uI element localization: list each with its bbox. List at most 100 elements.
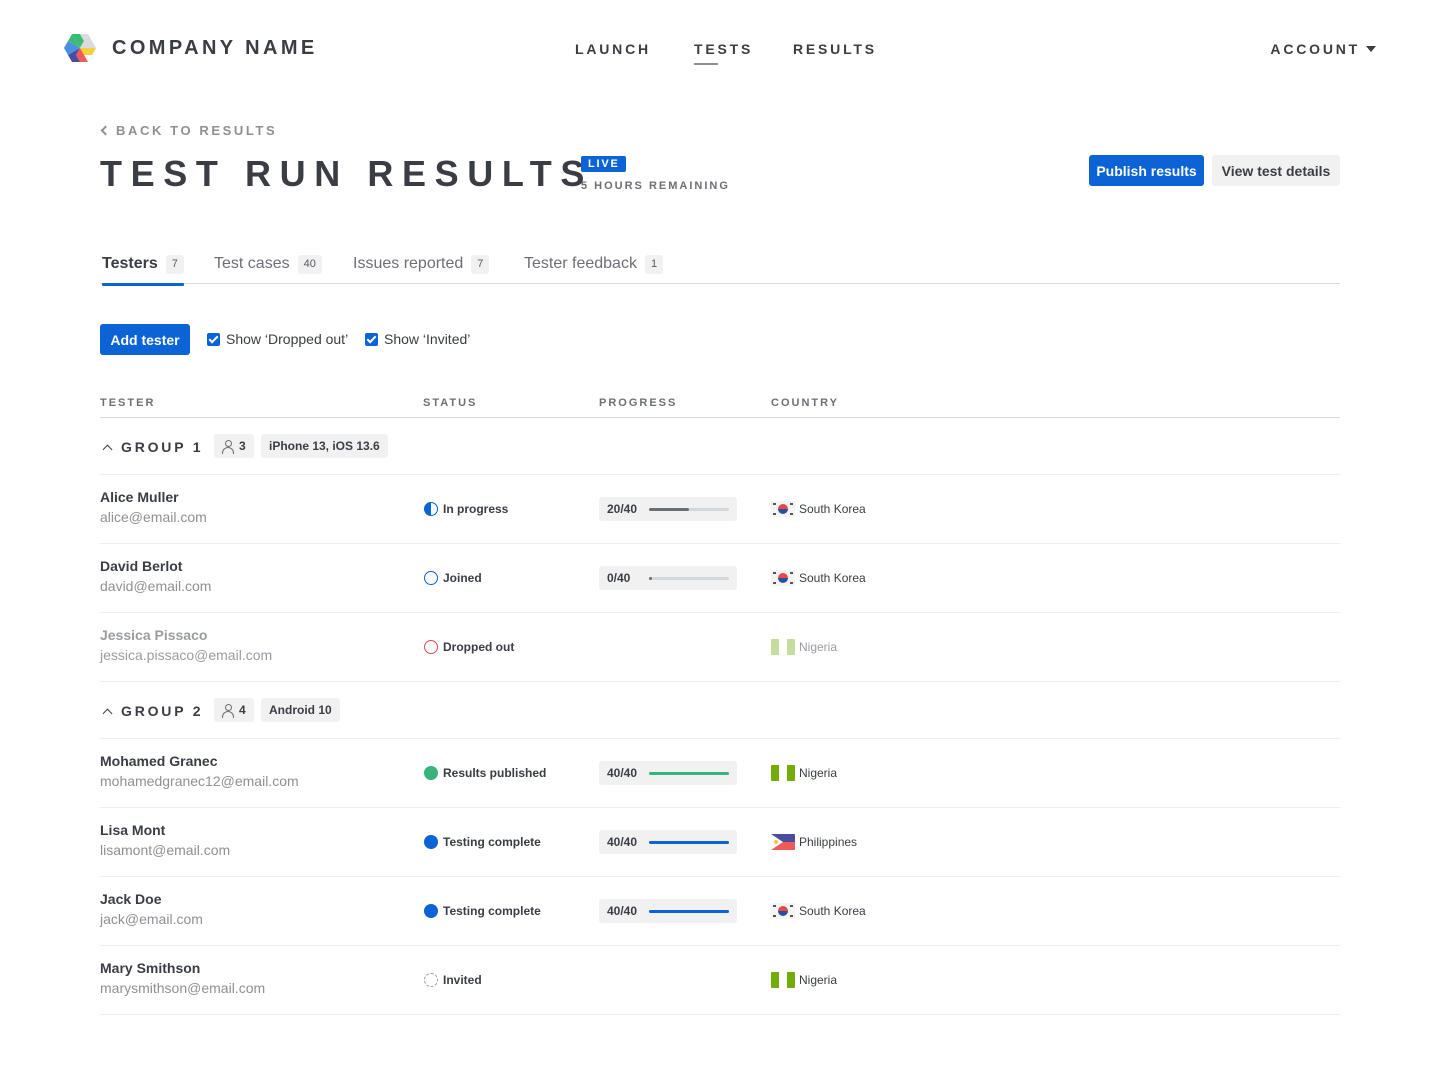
table-row[interactable]: Jessica Pissaco jessica.pissaco@email.com… [100,613,1340,682]
table-row[interactable]: Jack Doe jack@email.com Testing complete 40… [100,877,1340,946]
table-row[interactable]: Alice Muller alice@email.com In progress 20… [100,475,1340,544]
status-badge: Joined [424,571,482,585]
group-toggle[interactable]: GROUP 2 [102,703,203,719]
flag-kr-icon [771,570,795,586]
chevron-left-icon [100,125,111,136]
tab-issues-reported[interactable]: Issues reported 7 [353,253,490,275]
progress-text: 40/40 [607,835,638,849]
tab-label: Testers [102,255,158,272]
column-header-country[interactable]: COUNTRY [771,397,839,409]
table-row[interactable]: Mary Smithson marysmithson@email.com Invit… [100,946,1340,1015]
column-header-tester[interactable]: TESTER [100,397,155,409]
person-icon [222,703,234,718]
status-published-icon [424,766,438,780]
chevron-up-icon [102,444,113,454]
tester-name[interactable]: David Berlot [100,558,182,574]
group-header: GROUP 1 3 iPhone 13, iOS 13.6 [100,418,1340,475]
account-label: ACCOUNT [1270,41,1360,57]
checkbox-checked-icon[interactable] [207,332,220,346]
country-name: Nigeria [799,973,838,987]
flag-ng-icon [771,765,795,781]
flag-ng-icon [771,639,795,655]
show-dropped-out-checkbox[interactable]: Show ‘Dropped out’ [207,331,348,347]
tab-testers[interactable]: Testers 7 [102,253,184,286]
tester-name[interactable]: Mohamed Granec [100,753,217,769]
table-row[interactable]: David Berlot david@email.com Joined 0/40 Sou… [100,544,1340,613]
country-name: South Korea [799,571,866,585]
column-header-progress[interactable]: PROGRESS [599,397,677,409]
checkbox-checked-icon[interactable] [365,332,378,346]
table-row[interactable]: Mohamed Granec mohamedgranec12@email.com R… [100,739,1340,808]
country-name: Philippines [799,835,858,849]
nav-tests[interactable]: TESTS [694,41,753,65]
tab-label: Tester feedback [524,255,637,272]
tester-name[interactable]: Alice Muller [100,489,179,505]
progress-bar [649,909,729,913]
tester-email: david@email.com [100,578,212,594]
flag-ph-icon [771,834,795,850]
top-navigation: COMPANY NAME LAUNCH TESTS RESULTS ACCOUN… [0,0,1440,96]
table-row[interactable]: Lisa Mont lisamont@email.com Testing compl… [100,808,1340,877]
group-label: GROUP 1 [121,439,204,455]
progress-bar-fill [649,507,689,511]
status-inprogress-icon [424,502,438,516]
progress-indicator: 20/40 [599,497,737,521]
progress-bar [649,507,729,511]
progress-indicator: 0/40 [599,566,737,590]
country: South Korea [771,501,866,517]
status-badge: Invited [424,973,482,987]
status-label: Invited [443,973,482,987]
column-header-status[interactable]: STATUS [423,397,477,409]
group-member-count: 4 [214,698,254,722]
tester-name[interactable]: Jack Doe [100,891,161,907]
tab-count: 40 [297,254,322,274]
country-name: South Korea [799,502,866,516]
tester-name[interactable]: Jessica Pissaco [100,627,207,643]
progress-bar-fill [649,771,729,775]
nav-results[interactable]: RESULTS [793,41,877,57]
progress-bar [649,840,729,844]
country: Nigeria [771,765,837,781]
status-badge: Testing complete [424,835,541,849]
chevron-up-icon [102,708,113,718]
checkbox-label: Show ‘Dropped out’ [226,331,349,347]
flag-ng-icon [771,972,795,988]
status-label: Testing complete [443,904,541,918]
status-label: Joined [443,571,482,585]
publish-results-button[interactable]: Publish results [1089,155,1204,186]
tester-name[interactable]: Mary Smithson [100,960,200,976]
status-dropped-icon [424,640,438,654]
progress-indicator: 40/40 [599,899,737,923]
progress-text: 20/40 [607,502,638,516]
tab-test-cases[interactable]: Test cases 40 [214,253,322,275]
view-test-details-button[interactable]: View test details [1212,155,1340,186]
member-count: 4 [239,703,246,717]
tab-count: 7 [471,254,490,274]
group-header: GROUP 2 4 Android 10 [100,682,1340,739]
tab-tester-feedback[interactable]: Tester feedback 1 [524,253,664,275]
country-name: Nigeria [799,640,838,654]
checkbox-label: Show ‘Invited’ [384,331,471,347]
show-invited-checkbox[interactable]: Show ‘Invited’ [365,331,470,347]
back-label: BACK TO RESULTS [116,123,278,138]
live-badge: LIVE [581,156,626,172]
company-logo-icon[interactable] [63,32,97,64]
tester-email: jack@email.com [100,911,203,927]
group-toggle[interactable]: GROUP 1 [102,439,203,455]
add-tester-button[interactable]: Add tester [100,324,190,355]
status-label: In progress [443,502,509,516]
nav-launch[interactable]: LAUNCH [575,41,651,57]
tester-email: alice@email.com [100,509,207,525]
country: South Korea [771,903,866,919]
progress-bar-fill [649,840,729,844]
back-to-results-link[interactable]: BACK TO RESULTS [100,123,277,138]
progress-text: 40/40 [607,766,638,780]
tester-email: mohamedgranec12@email.com [100,773,299,789]
account-menu[interactable]: ACCOUNT [1270,41,1376,57]
tester-name[interactable]: Lisa Mont [100,822,165,838]
country-name: South Korea [799,904,866,918]
progress-bar [649,576,729,580]
group-device-chip: Android 10 [261,698,340,722]
group-label: GROUP 2 [121,703,204,719]
tester-email: jessica.pissaco@email.com [100,647,273,663]
